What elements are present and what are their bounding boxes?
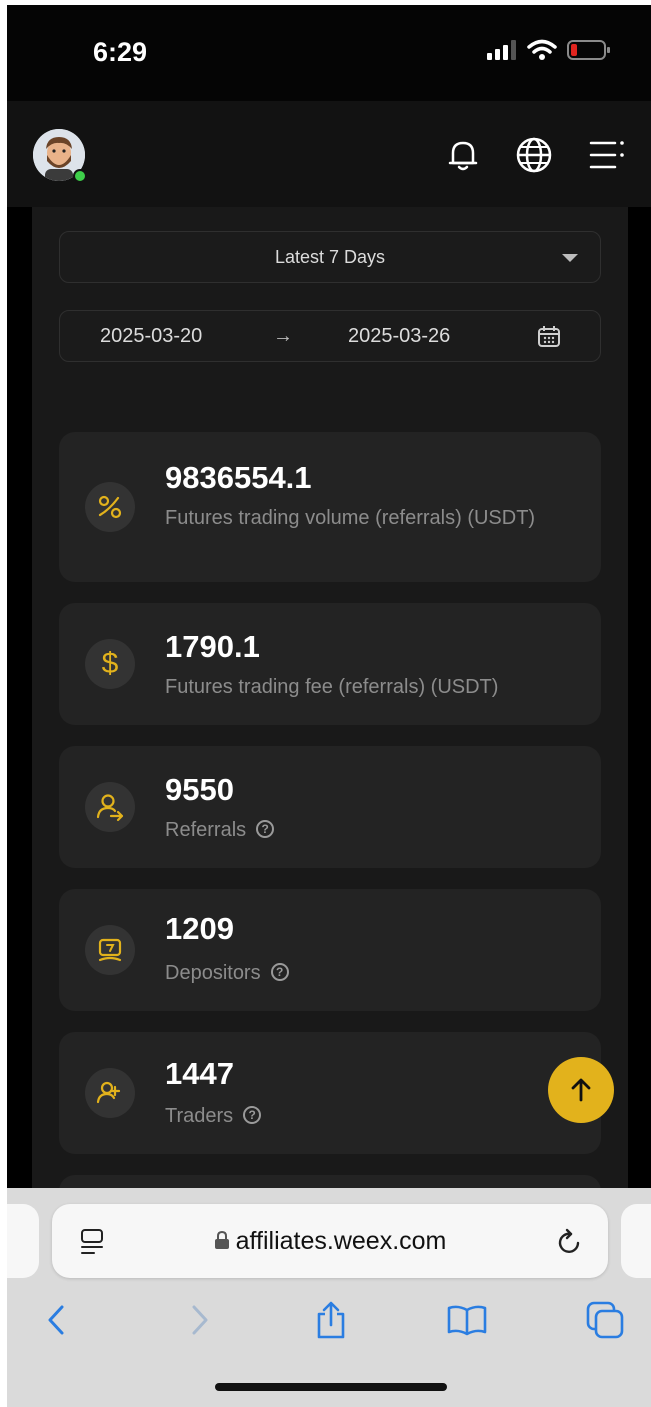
stat-value: 1790.1 (165, 629, 260, 664)
stat-value: 1209 (165, 911, 234, 946)
stat-label: Depositors (165, 962, 261, 984)
stat-value: 9550 (165, 772, 234, 807)
lock-icon (214, 1230, 229, 1249)
tabs-button[interactable] (583, 1298, 627, 1342)
stat-label-row: Traders? (165, 1103, 585, 1129)
bell-icon[interactable] (443, 135, 483, 175)
next-tab-preview[interactable] (621, 1204, 651, 1278)
help-icon[interactable]: ? (270, 962, 289, 981)
stat-card-traders: 1447 Traders? (59, 1032, 601, 1154)
stat-label: Traders (165, 1105, 234, 1127)
battery-low-icon (567, 40, 610, 60)
home-indicator (215, 1383, 447, 1391)
percent-icon (85, 482, 135, 532)
chevron-left-icon (48, 1305, 64, 1335)
chevron-right-icon (192, 1305, 208, 1335)
dashboard-content: Latest 7 Days 2025-03-20 → 2025-03-26 98… (32, 207, 628, 1192)
stat-card-trading-volume: 9836554.1 Futures trading volume (referr… (59, 432, 601, 582)
caret-down-icon (562, 254, 578, 262)
url-text: affiliates.weex.com (235, 1227, 447, 1255)
period-dropdown-label: Latest 7 Days (274, 247, 386, 267)
deposit-icon (85, 925, 135, 975)
stat-label-row: Depositors? (165, 960, 585, 986)
book-icon (447, 1305, 487, 1336)
start-date: 2025-03-20 (100, 325, 203, 347)
stat-label-row: Referrals? (165, 817, 585, 843)
cellular-signal-icon (487, 40, 516, 60)
scroll-to-top-button[interactable] (548, 1057, 614, 1123)
reload-icon[interactable] (555, 1227, 585, 1257)
user-add-icon (85, 1068, 135, 1118)
help-icon[interactable]: ? (256, 819, 275, 838)
stat-card-trading-fee: $ 1790.1 Futures trading fee (referrals)… (59, 603, 601, 725)
stat-label: Futures trading fee (referrals) (USDT) (165, 676, 499, 698)
forward-button[interactable] (177, 1298, 221, 1342)
stat-card-depositors: 1209 Depositors? (59, 889, 601, 1011)
dollar-icon: $ (85, 639, 135, 689)
app-header (7, 101, 651, 207)
online-status-dot (73, 169, 87, 183)
phone-screen: 6:29 Latest 7 Days 2025-03-20 → 2025-03-… (7, 5, 651, 1407)
back-button[interactable] (35, 1298, 79, 1342)
stat-label: Referrals (165, 819, 247, 841)
stat-card-referrals: 9550 Referrals? (59, 746, 601, 868)
help-icon[interactable]: ? (243, 1105, 262, 1124)
status-time: 6:29 (93, 37, 148, 67)
range-arrow-icon: → (273, 325, 293, 347)
status-bar: 6:29 (7, 5, 651, 101)
url-row: affiliates.weex.com (52, 1227, 608, 1256)
share-icon (317, 1301, 345, 1339)
calendar-icon[interactable] (536, 324, 562, 350)
browser-toolbar: affiliates.weex.com (7, 1188, 651, 1407)
stat-value: 1447 (165, 1056, 234, 1091)
tabs-icon (586, 1301, 624, 1339)
previous-tab-preview[interactable] (7, 1204, 39, 1278)
user-arrow-icon (85, 782, 135, 832)
address-bar[interactable]: affiliates.weex.com (52, 1204, 608, 1278)
share-button[interactable] (309, 1298, 353, 1342)
end-date: 2025-03-26 (348, 325, 451, 347)
globe-icon[interactable] (514, 135, 554, 175)
stat-value: 9836554.1 (165, 460, 312, 495)
menu-icon[interactable] (587, 135, 627, 175)
date-range-picker[interactable]: 2025-03-20 → 2025-03-26 (59, 310, 601, 362)
stat-label: Futures trading volume (referrals) (USDT… (165, 507, 536, 529)
bookmarks-button[interactable] (445, 1298, 489, 1342)
status-icons (487, 39, 611, 61)
arrow-up-icon (571, 1078, 591, 1102)
wifi-icon (527, 39, 557, 60)
period-dropdown[interactable]: Latest 7 Days (59, 231, 601, 283)
